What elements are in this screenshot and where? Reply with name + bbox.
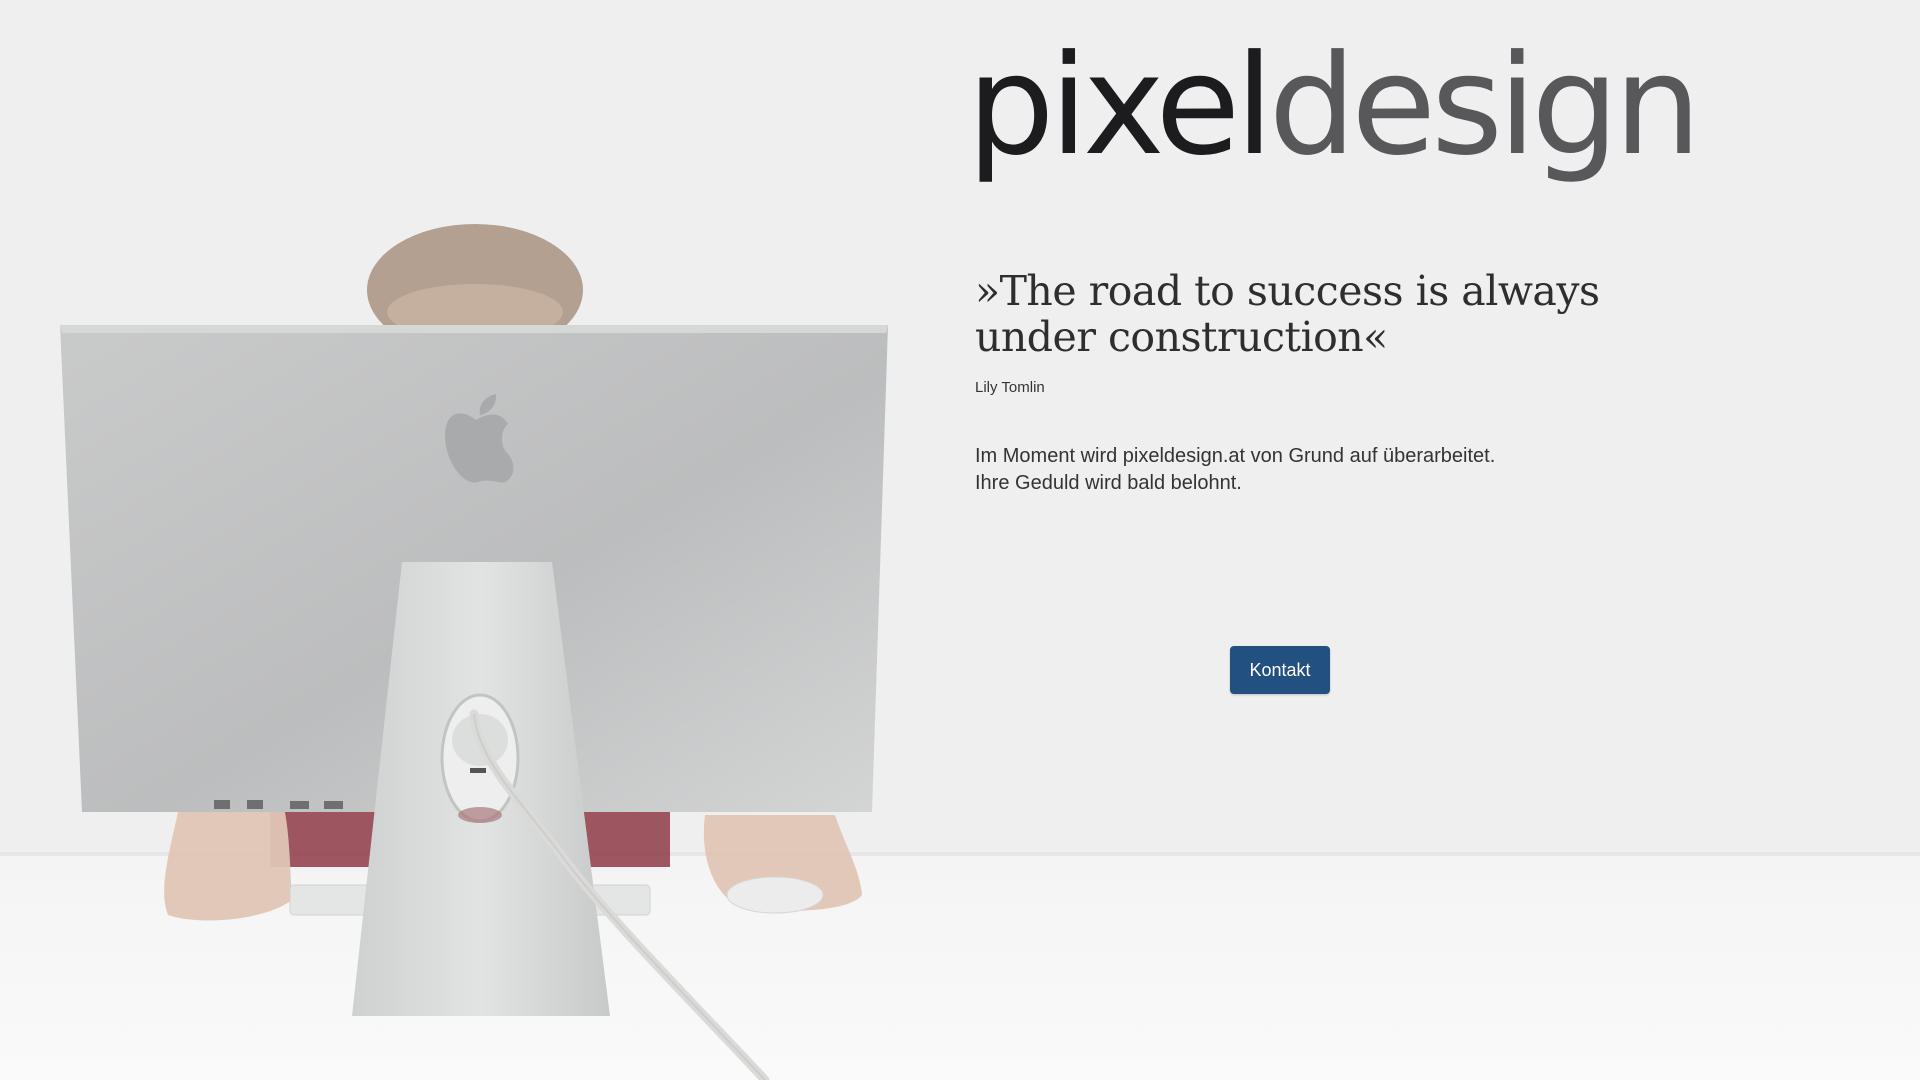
logo-text-design: design bbox=[1268, 25, 1702, 186]
site-logo[interactable]: pixeldesign bbox=[967, 33, 1701, 179]
notice-line-2: Ihre Geduld wird bald belohnt. bbox=[975, 472, 1242, 494]
hero-quote: »The road to success is always under con… bbox=[975, 267, 1600, 361]
maintenance-notice: Im Moment wird pixeldesign.at von Grund … bbox=[975, 443, 1675, 497]
quote-author: Lily Tomlin bbox=[975, 379, 1045, 396]
contact-button[interactable]: Kontakt bbox=[1230, 646, 1330, 694]
notice-line-1: Im Moment wird pixeldesign.at von Grund … bbox=[975, 445, 1496, 467]
mouse bbox=[726, 876, 824, 914]
logo-text-pixel: pixel bbox=[967, 25, 1274, 186]
